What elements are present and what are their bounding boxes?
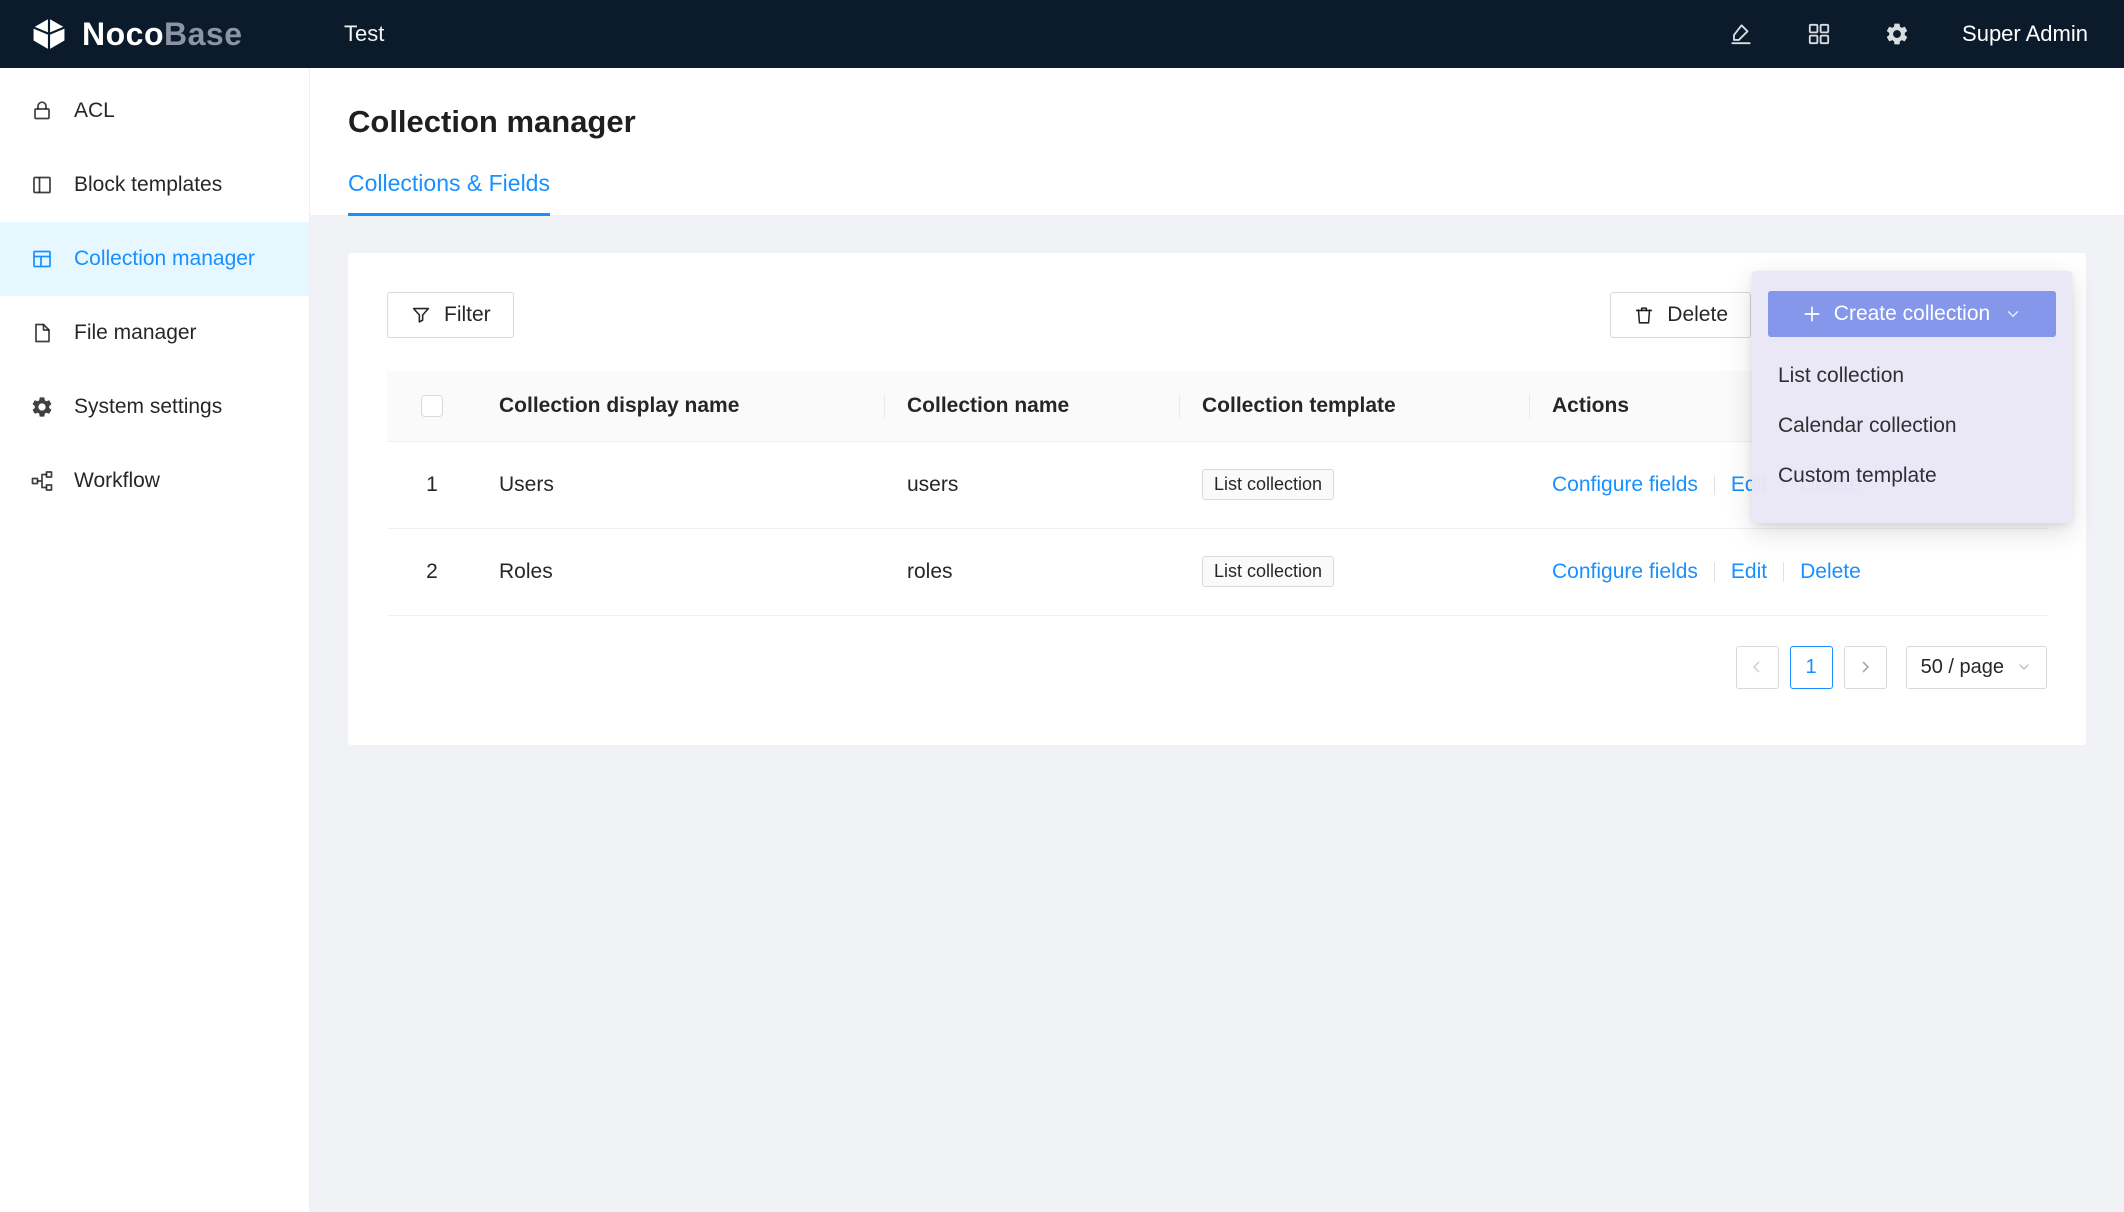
page-size-select[interactable]: 50 / page	[1906, 646, 2047, 689]
trash-icon	[1633, 304, 1655, 326]
sidebar: ACL Block templates Collection manager	[0, 68, 310, 1212]
chevron-down-icon	[2004, 305, 2022, 323]
delete-link[interactable]: Delete	[1800, 560, 1861, 583]
create-collection-dropdown: Create collection List collection Calend…	[1752, 271, 2072, 523]
page-header: Collection manager Collections & Fields	[310, 68, 2124, 216]
row-index: 1	[387, 441, 477, 528]
create-collection-menu: List collection Calendar collection Cust…	[1768, 351, 2056, 501]
configure-fields-link[interactable]: Configure fields	[1552, 560, 1698, 583]
highlighter-icon[interactable]	[1728, 21, 1754, 47]
logo-text: NocoBase	[82, 16, 243, 53]
chevron-down-icon	[2016, 659, 2032, 675]
logo[interactable]: NocoBase	[0, 15, 310, 53]
column-header-name: Collection name	[885, 371, 1180, 441]
gear-icon[interactable]	[1884, 21, 1910, 47]
table-row: 2 Roles roles List collection Configure …	[387, 528, 2047, 615]
cell-display-name: Users	[477, 441, 885, 528]
row-index: 2	[387, 528, 477, 615]
column-header-display-name: Collection display name	[477, 371, 885, 441]
apps-icon[interactable]	[1806, 21, 1832, 47]
sidebar-item-label: Workflow	[74, 469, 160, 493]
tabs-bar: Collections & Fields	[310, 170, 2124, 216]
user-menu[interactable]: Super Admin	[1962, 21, 2088, 47]
app-header: NocoBase Test Super Admin	[0, 0, 2124, 68]
action-divider	[1714, 475, 1715, 495]
sidebar-item-system-settings[interactable]: System settings	[0, 370, 309, 444]
template-tag: List collection	[1202, 556, 1334, 587]
sidebar-item-collection-manager[interactable]: Collection manager	[0, 222, 309, 296]
content-area: Filter Delete	[310, 216, 2124, 1212]
page-title: Collection manager	[310, 68, 2124, 140]
pagination-prev-button[interactable]	[1736, 646, 1779, 689]
workflow-icon	[30, 469, 54, 493]
sidebar-item-label: Collection manager	[74, 247, 255, 271]
delete-button[interactable]: Delete	[1610, 292, 1751, 338]
sidebar-item-acl[interactable]: ACL	[0, 74, 309, 148]
collection-icon	[30, 247, 54, 271]
block-icon	[30, 173, 54, 197]
plus-icon	[1802, 304, 1822, 324]
top-menu-item-test[interactable]: Test	[310, 0, 418, 68]
configure-fields-link[interactable]: Configure fields	[1552, 473, 1698, 496]
menu-item-calendar-collection[interactable]: Calendar collection	[1768, 401, 2056, 451]
menu-item-list-collection[interactable]: List collection	[1768, 351, 2056, 401]
pagination-next-button[interactable]	[1844, 646, 1887, 689]
sidebar-item-file-manager[interactable]: File manager	[0, 296, 309, 370]
file-icon	[30, 321, 54, 345]
cell-display-name: Roles	[477, 528, 885, 615]
sidebar-item-label: ACL	[74, 99, 115, 123]
sidebar-item-workflow[interactable]: Workflow	[0, 444, 309, 518]
gear-icon	[30, 395, 54, 419]
action-divider	[1714, 562, 1715, 582]
main-area: Collection manager Collections & Fields …	[310, 68, 2124, 1212]
collections-card: Filter Delete	[348, 253, 2086, 745]
cell-name: roles	[885, 528, 1180, 615]
logo-cube-icon	[30, 15, 68, 53]
filter-button[interactable]: Filter	[387, 292, 514, 338]
sidebar-item-label: Block templates	[74, 173, 222, 197]
sidebar-item-label: File manager	[74, 321, 197, 345]
cell-name: users	[885, 441, 1180, 528]
filter-icon	[410, 304, 432, 326]
template-tag: List collection	[1202, 469, 1334, 500]
column-header-template: Collection template	[1180, 371, 1530, 441]
sidebar-item-block-templates[interactable]: Block templates	[0, 148, 309, 222]
lock-icon	[30, 99, 54, 123]
action-divider	[1783, 562, 1784, 582]
pagination: 1 50 / page	[387, 646, 2047, 689]
pagination-page-1[interactable]: 1	[1790, 646, 1833, 689]
menu-item-custom-template[interactable]: Custom template	[1768, 451, 2056, 501]
tab-collections-fields[interactable]: Collections & Fields	[348, 170, 550, 216]
edit-link[interactable]: Edit	[1731, 560, 1767, 583]
sidebar-item-label: System settings	[74, 395, 222, 419]
select-all-checkbox[interactable]	[421, 395, 443, 417]
create-collection-button[interactable]: Create collection	[1768, 291, 2056, 337]
